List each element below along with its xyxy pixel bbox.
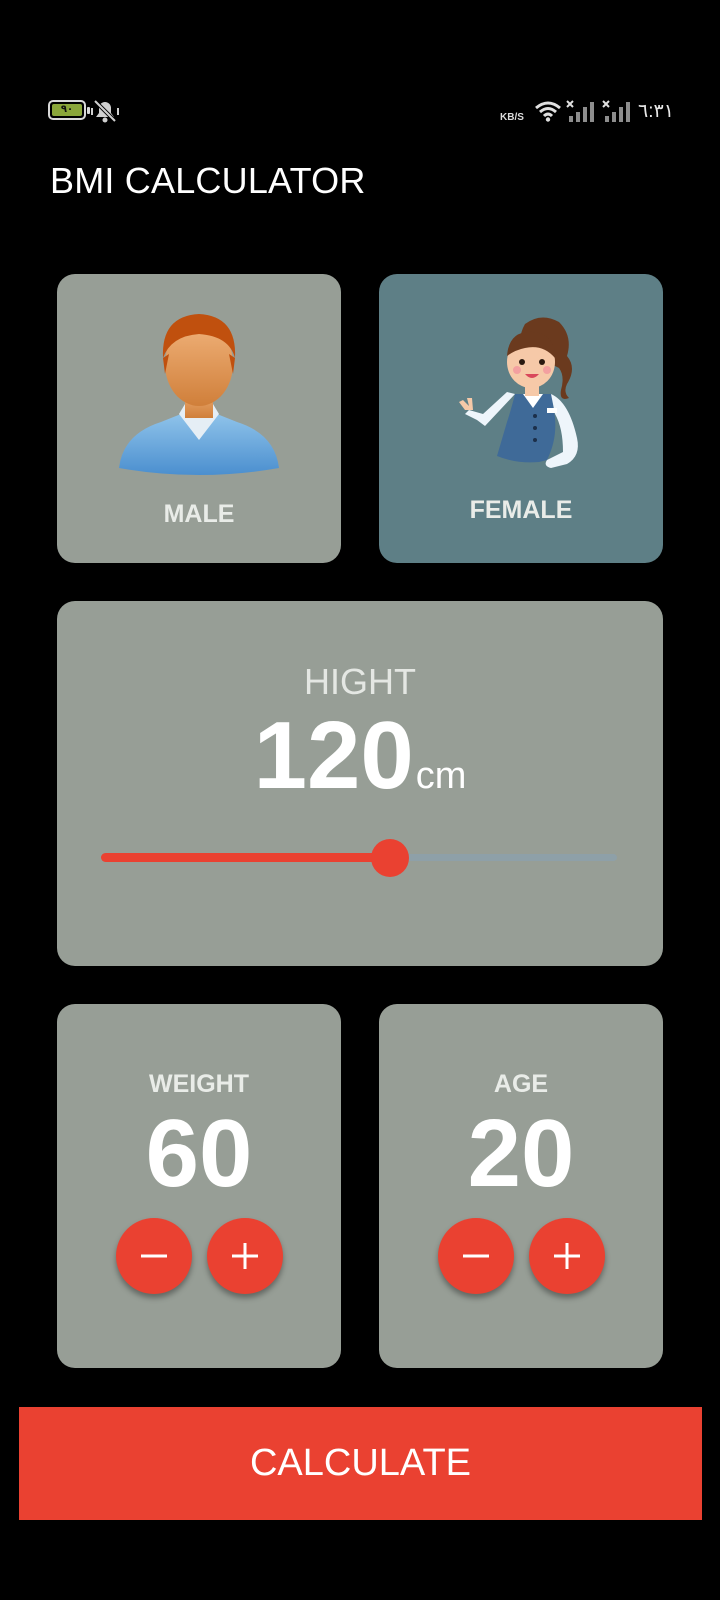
weight-card: WEIGHT 60 xyxy=(57,1004,341,1368)
wifi-icon xyxy=(535,101,561,122)
calculate-label: CALCULATE xyxy=(249,1442,472,1484)
slider-thumb[interactable] xyxy=(371,839,409,877)
minus-icon xyxy=(463,1254,489,1258)
age-value: 20 xyxy=(467,1100,575,1207)
slider-active-track xyxy=(101,853,390,862)
age-decrement-button[interactable] xyxy=(438,1218,514,1294)
signal-icon xyxy=(566,100,594,122)
weight-title: WEIGHT xyxy=(149,1070,249,1098)
bmi-screen: ٩٠ KB/S ٦:٣١ BMI CALCULATOR MALE FEMALE … xyxy=(0,0,720,1600)
battery-level: ٩٠ xyxy=(52,104,82,116)
status-bar: ٩٠ KB/S ٦:٣١ xyxy=(0,96,720,128)
height-unit: cm xyxy=(415,755,467,797)
battery-icon: ٩٠ xyxy=(48,100,90,120)
plus-icon xyxy=(232,1243,258,1269)
plus-icon xyxy=(554,1243,580,1269)
male-avatar-icon xyxy=(119,314,279,475)
height-value: 120 xyxy=(253,702,414,809)
weight-value: 60 xyxy=(145,1100,253,1207)
male-gender-card[interactable]: MALE xyxy=(57,274,341,563)
signal-icon xyxy=(602,100,630,122)
app-title: BMI CALCULATOR xyxy=(50,160,366,201)
minus-icon xyxy=(141,1254,167,1258)
weight-decrement-button[interactable] xyxy=(116,1218,192,1294)
age-title: AGE xyxy=(493,1070,549,1098)
female-avatar-icon xyxy=(459,317,578,468)
male-label: MALE xyxy=(163,500,235,528)
height-card: HIGHT 120cm xyxy=(57,601,663,966)
height-value-row: 120cm xyxy=(57,701,663,811)
height-title: HIGHT xyxy=(304,661,416,702)
calculate-button[interactable]: CALCULATE xyxy=(19,1407,702,1520)
female-label: FEMALE xyxy=(469,496,573,524)
age-increment-button[interactable] xyxy=(529,1218,605,1294)
status-time: ٦:٣١ xyxy=(638,101,674,122)
height-slider[interactable] xyxy=(101,839,617,877)
age-card: AGE 20 xyxy=(379,1004,663,1368)
mute-vibrate-icon xyxy=(91,99,119,123)
weight-increment-button[interactable] xyxy=(207,1218,283,1294)
network-speed: KB/S xyxy=(500,112,524,123)
female-gender-card[interactable]: FEMALE xyxy=(379,274,663,563)
